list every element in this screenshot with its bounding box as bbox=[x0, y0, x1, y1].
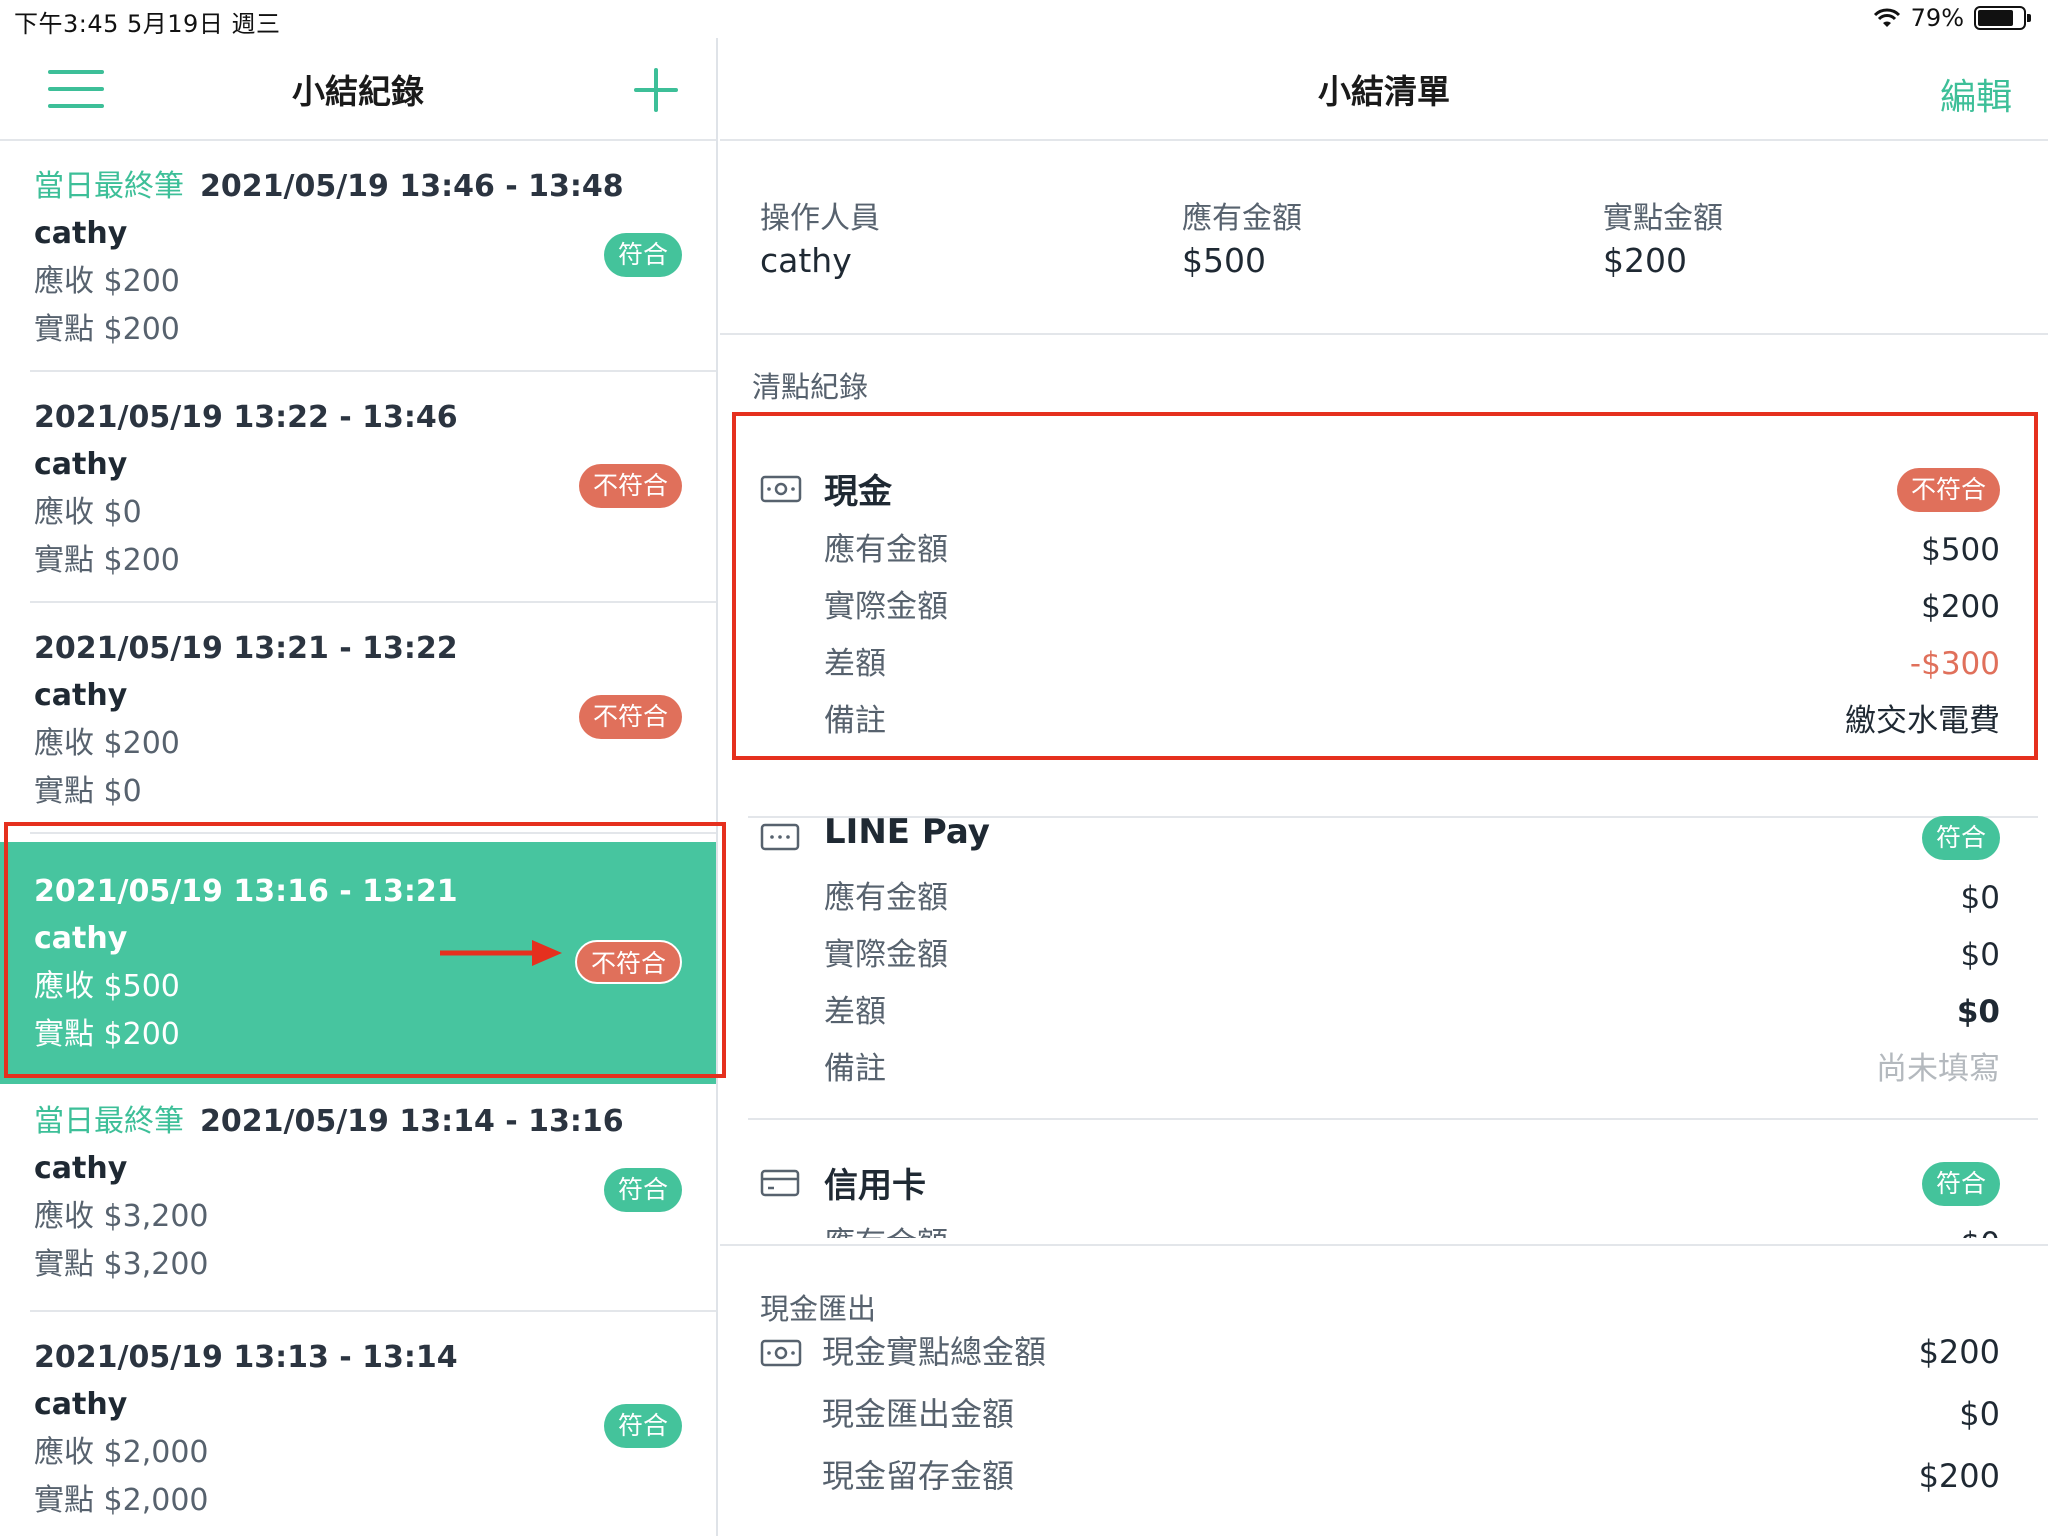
battery-icon bbox=[1974, 6, 2031, 30]
summary-operator: 操作人員 cathy bbox=[760, 193, 880, 287]
operator-label: 操作人員 bbox=[760, 201, 880, 236]
cash-title: 現金 bbox=[824, 472, 892, 512]
record-period: 2021/05/19 13:16 - 13:21 bbox=[34, 874, 458, 909]
edit-button[interactable]: 編輯 bbox=[1940, 68, 2012, 120]
records-panel: 小結紀錄 當日最終筆 2021/05/19 13:46 - 13:48 cathy… bbox=[0, 38, 718, 1536]
record-item[interactable]: 2021/05/19 13:13 - 13:14 cathy 應收 $2,000… bbox=[30, 1312, 716, 1536]
right-navbar: 小結清單 編輯 bbox=[720, 38, 2048, 141]
count-records-label: 清點紀錄 bbox=[752, 370, 869, 404]
status-badge: 不符合 bbox=[574, 940, 682, 984]
linepay-block: LINE Pay 符合 應有金額 $0 實際金額 $0 差額 $0 備註 尚未填寫 bbox=[760, 810, 2030, 1098]
battery-percent: 79% bbox=[1910, 4, 1964, 32]
mobile-payment-icon bbox=[760, 823, 800, 851]
credit-card-title: 信用卡 bbox=[824, 1166, 926, 1206]
expected-label: 應有金額 bbox=[1182, 201, 1302, 236]
record-counted: 實點 $200 bbox=[34, 312, 180, 347]
wifi-icon bbox=[1873, 8, 1900, 27]
left-navbar: 小結紀錄 bbox=[0, 38, 716, 141]
cash-status-badge: 不符合 bbox=[1896, 468, 2000, 512]
record-period: 2021/05/19 13:22 - 13:46 bbox=[34, 400, 458, 435]
record-counted: 實點 $2,000 bbox=[34, 1483, 209, 1518]
cash-row-difference: 差額 -$300 bbox=[824, 646, 2000, 682]
record-tag: 當日最終筆 bbox=[34, 169, 184, 204]
record-item[interactable]: 當日最終筆 2021/05/19 13:46 - 13:48 cathy 應收 $… bbox=[30, 141, 716, 372]
summary-expected: 應有金額 $500 bbox=[1182, 193, 1302, 287]
divider bbox=[748, 1118, 2038, 1120]
status-badge: 不符合 bbox=[578, 695, 682, 739]
linepay-title: LINE Pay bbox=[824, 812, 990, 852]
add-icon[interactable] bbox=[628, 62, 684, 118]
summary-counted: 實點金額 $200 bbox=[1603, 193, 1723, 287]
status-bar: 下午3:45 5月19日 週三 79% bbox=[0, 0, 2048, 38]
counted-value: $200 bbox=[1603, 241, 1687, 280]
operator-value: cathy bbox=[760, 241, 852, 280]
status-badge: 不符合 bbox=[578, 464, 682, 508]
summary-section: 操作人員 cathy 應有金額 $500 實點金額 $200 bbox=[720, 141, 2048, 335]
status-indicators: 79% bbox=[1873, 4, 2031, 32]
linepay-row-difference: 差額 $0 bbox=[824, 994, 2000, 1030]
credit-card-icon bbox=[760, 1169, 800, 1197]
detail-panel: 小結清單 編輯 操作人員 cathy 應有金額 $500 實點金額 $200 清… bbox=[720, 38, 2048, 1536]
record-item-selected[interactable]: 2021/05/19 13:16 - 13:21 cathy 應收 $500 實… bbox=[0, 842, 716, 1084]
record-period: 2021/05/19 13:13 - 13:14 bbox=[34, 1340, 458, 1375]
right-nav-title: 小結清單 bbox=[1318, 71, 1450, 111]
counted-label: 實點金額 bbox=[1603, 201, 1723, 236]
credit-card-row-expected: 應有金額$0 bbox=[760, 1216, 2030, 1238]
cash-export-section: 現金匯出 現金實點總金額 $200 現金匯出金額 $0 現金留存金額 $200 bbox=[720, 1244, 2048, 1536]
cash-export-row-total: 現金實點總金額 $200 bbox=[822, 1333, 2000, 1371]
left-nav-title: 小結紀錄 bbox=[292, 71, 424, 111]
cash-row-expected: 應有金額 $500 bbox=[824, 532, 2000, 568]
cash-row-note: 備註 繳交水電費 bbox=[824, 703, 2000, 739]
linepay-status-badge: 符合 bbox=[1921, 816, 2000, 860]
status-time-date: 下午3:45 5月19日 週三 bbox=[14, 10, 281, 38]
credit-card-block: 信用卡 符合 應有金額$0 bbox=[760, 1156, 2030, 1238]
record-item[interactable]: 2021/05/19 13:22 - 13:46 cathy 應收 $0 實點 … bbox=[30, 372, 716, 603]
linepay-row-expected: 應有金額 $0 bbox=[824, 880, 2000, 916]
record-item[interactable]: 2021/05/19 13:21 - 13:22 cathy 應收 $200 實… bbox=[30, 603, 716, 834]
record-period: 2021/05/19 13:14 - 13:16 bbox=[200, 1104, 624, 1139]
linepay-row-actual: 實際金額 $0 bbox=[824, 937, 2000, 973]
record-counted: 實點 $3,200 bbox=[34, 1247, 209, 1282]
arrow-icon bbox=[440, 940, 562, 966]
status-badge: 符合 bbox=[603, 1404, 682, 1448]
cash-row-actual: 實際金額 $200 bbox=[824, 589, 2000, 625]
status-badge: 符合 bbox=[603, 233, 682, 277]
cash-export-row-retained: 現金留存金額 $200 bbox=[822, 1457, 2000, 1495]
record-item[interactable]: 當日最終筆 2021/05/19 13:14 - 13:16 cathy 應收 $… bbox=[30, 1084, 716, 1312]
record-tag: 當日最終筆 bbox=[34, 1104, 184, 1139]
record-period: 2021/05/19 13:21 - 13:22 bbox=[34, 631, 458, 666]
record-counted: 實點 $200 bbox=[34, 1017, 180, 1052]
record-counted: 實點 $200 bbox=[34, 543, 180, 578]
cash-export-row-exported: 現金匯出金額 $0 bbox=[822, 1395, 2000, 1433]
expected-value: $500 bbox=[1182, 241, 1266, 280]
record-period: 2021/05/19 13:46 - 13:48 bbox=[200, 169, 624, 204]
cash-block: 現金 不符合 應有金額 $500 實際金額 $200 差額 -$300 備註 繳交水電費 bbox=[760, 462, 2030, 750]
credit-card-status-badge: 符合 bbox=[1921, 1162, 2000, 1206]
status-badge: 符合 bbox=[603, 1168, 682, 1212]
menu-icon[interactable] bbox=[48, 70, 104, 112]
record-list: 當日最終筆 2021/05/19 13:46 - 13:48 cathy 應收 $… bbox=[0, 141, 716, 1536]
linepay-row-note: 備註 尚未填寫 bbox=[824, 1051, 2000, 1087]
cash-icon bbox=[760, 475, 802, 503]
record-counted: 實點 $0 bbox=[34, 774, 142, 809]
